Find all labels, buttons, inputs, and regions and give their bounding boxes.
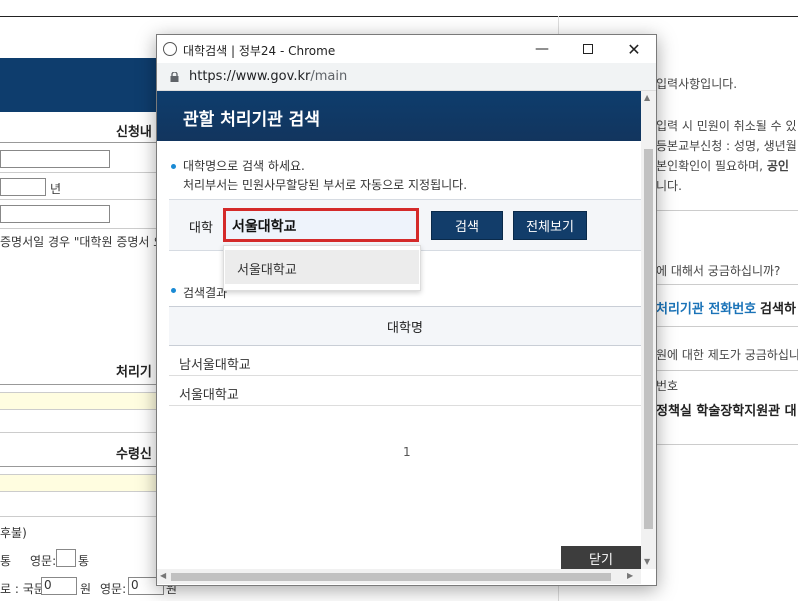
title-bar[interactable]: 대학검색 | 정부24 - Chrome — ✕ <box>157 35 656 63</box>
right-text-9: 번호 <box>656 379 679 393</box>
note-text: 증명서일 경우 "대학원 증명서 요 <box>0 235 165 249</box>
table-row[interactable]: 서울대학교 <box>169 376 641 406</box>
agency-phone-link[interactable]: 처리기관 전화번호 검색하 <box>656 298 796 317</box>
count-unit-2: 통 <box>78 554 90 568</box>
divider <box>0 199 160 200</box>
divider <box>0 228 160 229</box>
page-title: 관할 처리기관 검색 <box>183 110 320 130</box>
university-search-input[interactable]: 서울대학교 <box>223 208 419 242</box>
right-text-5: 니다. <box>656 179 682 193</box>
year-suffix: 년 <box>50 182 62 196</box>
instruction-line-2: 처리부서는 민원사무할당된 부서로 자동으로 지정됩니다. <box>183 178 468 192</box>
divider <box>0 142 160 143</box>
scroll-left-icon[interactable]: ◀ <box>160 571 166 580</box>
maximize-icon <box>583 44 593 54</box>
autocomplete-item[interactable]: 서울대학교 <box>225 250 419 284</box>
address-bar[interactable]: https://www.gov.kr/main <box>157 63 656 91</box>
search-label: 대학 <box>189 221 213 236</box>
autocomplete-dropdown: 서울대학교 <box>223 245 421 291</box>
won-unit-1: 원 <box>80 582 92 596</box>
horizontal-scroll-thumb[interactable] <box>171 573 611 581</box>
results-label: 검색결과 <box>183 286 228 300</box>
right-text-3: 등본교부신청 : 성명, 생년월 <box>656 139 797 153</box>
right-text-6: 에 대해서 궁금하십니까? <box>656 264 781 278</box>
view-all-button[interactable]: 전체보기 <box>513 211 587 240</box>
section-title-application: 신청내 <box>116 125 152 140</box>
page-number[interactable]: 1 <box>403 445 411 459</box>
fee-english-label: 영문: <box>100 582 127 596</box>
right-text-4: 본인확인이 필요하며, 공인 <box>656 159 789 173</box>
left-input-1[interactable] <box>0 150 110 168</box>
right-text-8: 원에 대한 제도가 궁금하십니 <box>656 348 798 362</box>
left-header-band <box>0 58 160 112</box>
search-instructions: 대학명으로 검색 하세요. 처리부서는 민원사무할당된 부서로 자동으로 지정됩… <box>183 157 467 195</box>
table-row[interactable]: 남서울대학교 <box>169 346 641 376</box>
minimize-icon: — <box>535 41 549 57</box>
bullet-icon <box>171 164 176 169</box>
right-text-10: 정책실 학술장학지원관 대 <box>656 404 797 419</box>
divider <box>0 172 160 173</box>
fee-korean-input[interactable]: 0 <box>41 577 77 595</box>
close-icon: ✕ <box>627 39 641 59</box>
scroll-right-icon[interactable]: ▶ <box>627 571 633 580</box>
vertical-scrollbar[interactable]: ▲ ▼ <box>641 91 656 569</box>
globe-icon <box>163 42 177 56</box>
popup-window: 대학검색 | 정부24 - Chrome — ✕ https://www.gov… <box>156 34 657 586</box>
bullet-icon <box>171 288 176 293</box>
left-input-2[interactable] <box>0 205 110 223</box>
divider <box>0 384 160 385</box>
divider <box>0 466 160 467</box>
popup-header: 관할 처리기관 검색 <box>157 91 641 141</box>
horizontal-scrollbar[interactable]: ◀ ▶ <box>157 569 641 584</box>
top-divider <box>0 16 798 17</box>
year-input[interactable] <box>0 178 46 196</box>
section-title-processing: 처리기 <box>116 365 152 380</box>
instruction-line-1: 대학명으로 검색 하세요. <box>183 159 305 173</box>
right-text-2: 입력 시 민원이 취소될 수 있 <box>656 119 797 133</box>
url-text: https://www.gov.kr/main <box>189 69 348 84</box>
english-count-label: 영문: <box>30 554 57 568</box>
close-button[interactable]: 닫기 <box>561 546 641 570</box>
divider <box>0 516 160 517</box>
receipt-row <box>0 474 160 492</box>
maximize-button[interactable] <box>565 35 611 63</box>
scroll-down-icon[interactable]: ▼ <box>644 557 650 566</box>
scroll-up-icon[interactable]: ▲ <box>644 93 650 102</box>
count-unit-1: 통 <box>0 554 12 568</box>
english-count-input[interactable] <box>56 549 76 567</box>
minimize-button[interactable]: — <box>519 35 565 63</box>
search-panel: 대학 서울대학교 검색 전체보기 <box>169 199 641 251</box>
results-table: 대학명 남서울대학교 서울대학교 <box>169 306 641 406</box>
lock-icon <box>170 72 179 82</box>
divider <box>0 432 160 433</box>
section-title-receipt: 수령신 <box>116 447 152 462</box>
window-title: 대학검색 | 정부24 - Chrome <box>183 44 336 58</box>
window-close-button[interactable]: ✕ <box>611 35 657 63</box>
search-button[interactable]: 검색 <box>431 211 503 240</box>
processing-row <box>0 392 160 410</box>
right-text-1: 입력사항입니다. <box>656 77 738 91</box>
vertical-scroll-thumb[interactable] <box>644 149 653 529</box>
table-header: 대학명 <box>169 306 641 346</box>
fee-type-text: 후불) <box>0 526 27 540</box>
